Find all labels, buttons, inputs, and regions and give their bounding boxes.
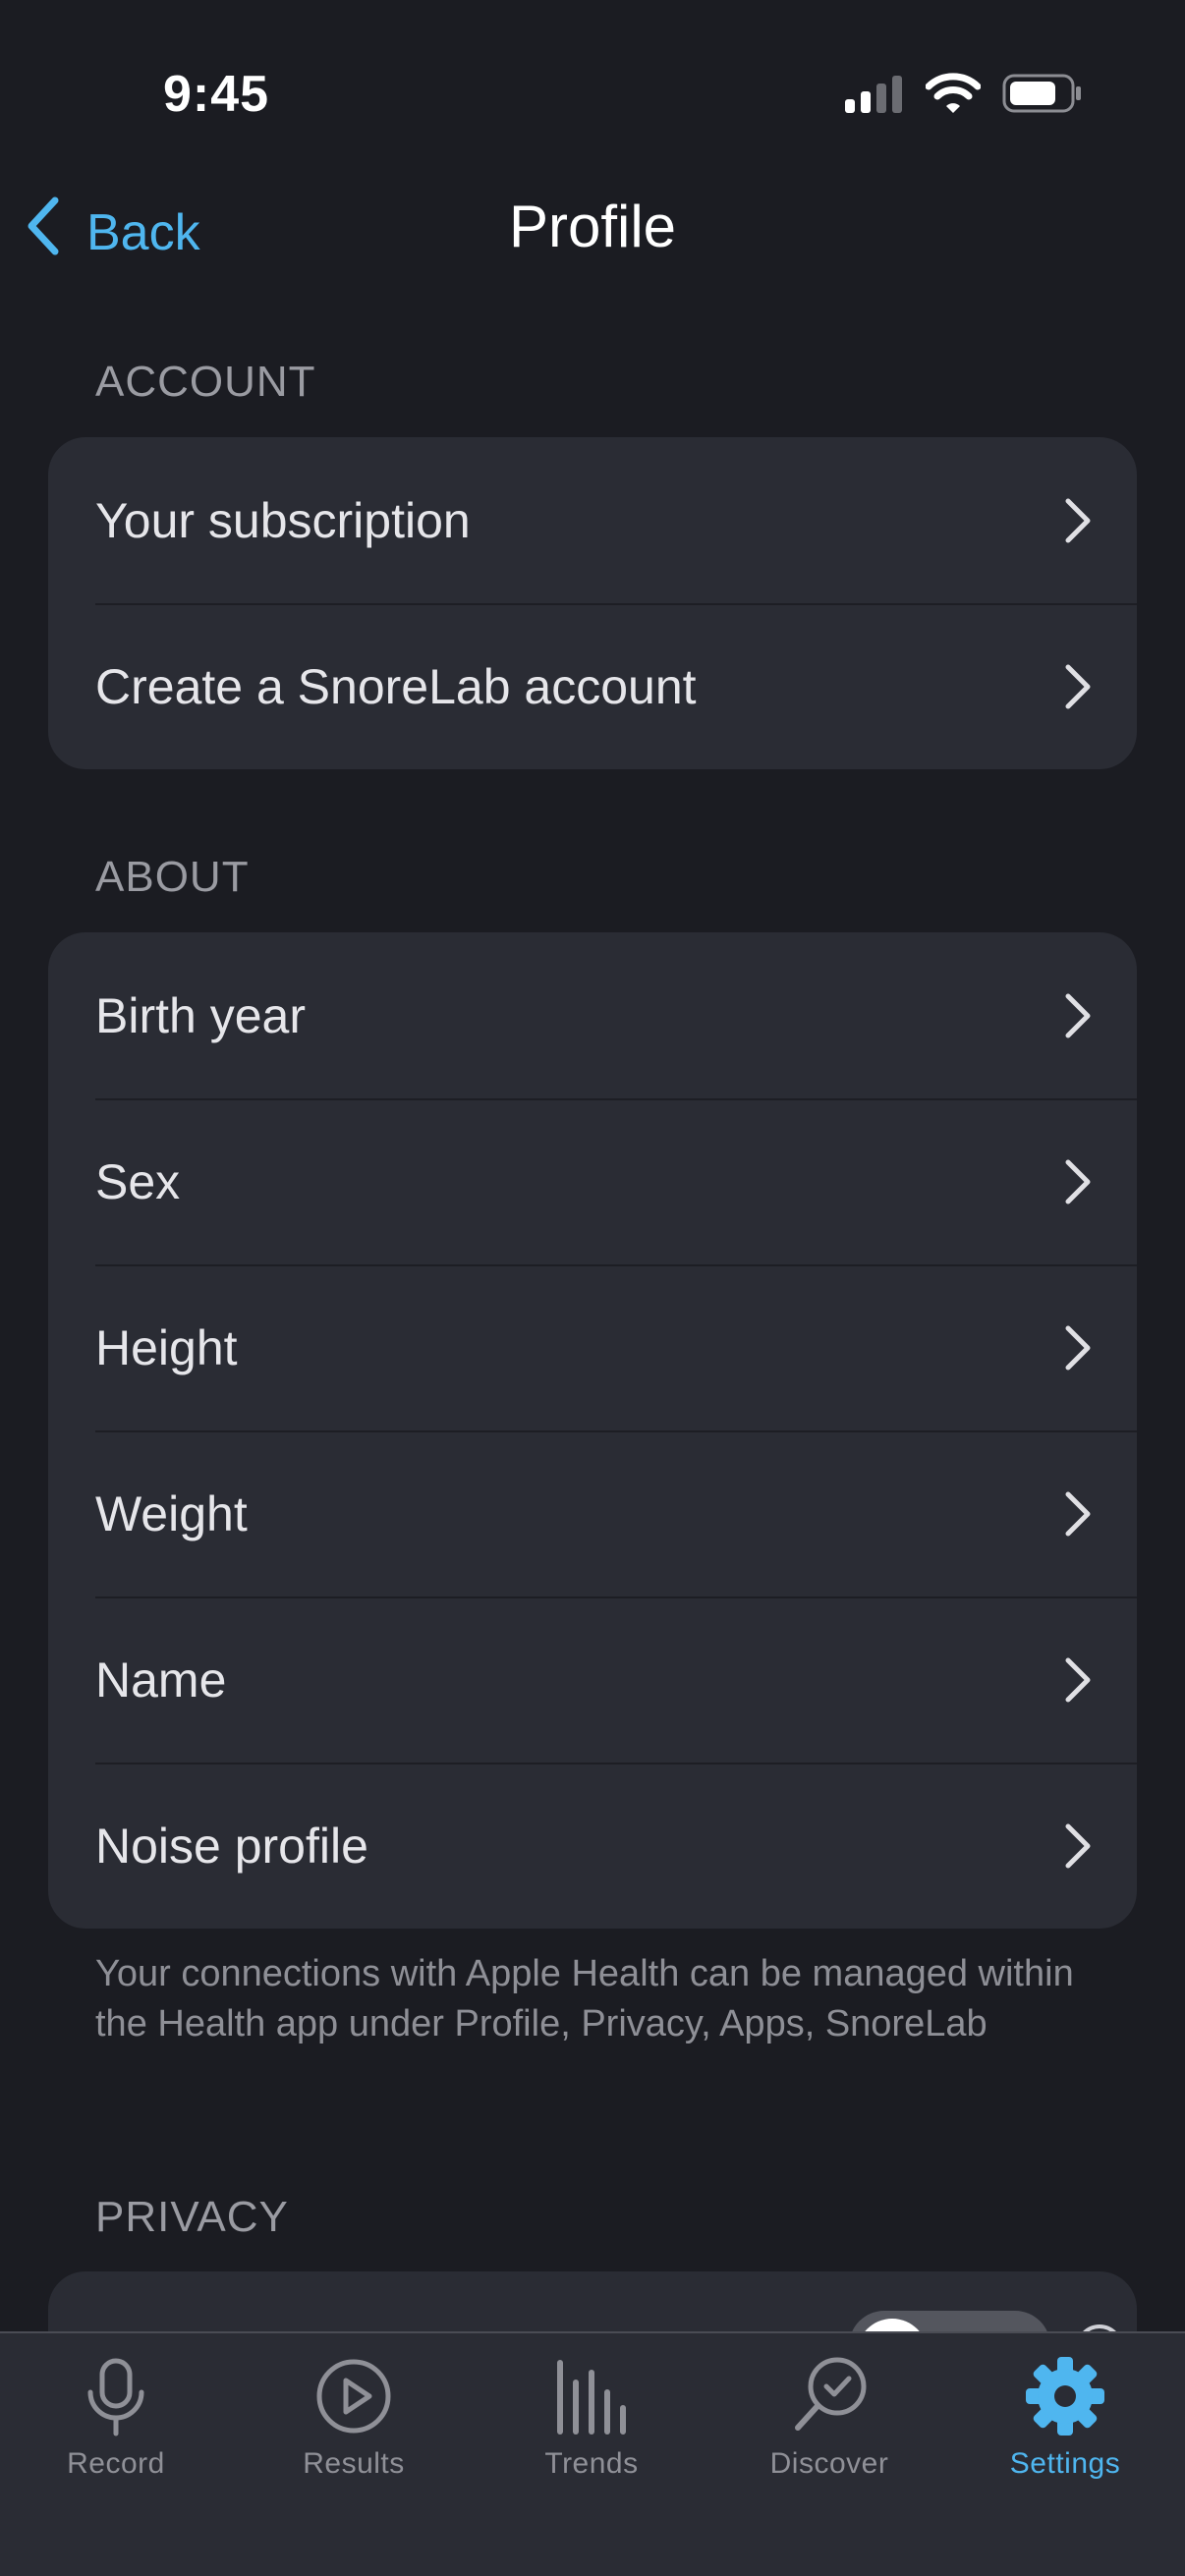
chevron-right-icon xyxy=(1065,993,1091,1037)
tab-bar: Record Results Trends Discover Settings xyxy=(0,2331,1185,2576)
tab-results[interactable]: Results xyxy=(255,2333,452,2500)
chevron-right-icon xyxy=(1065,1491,1091,1536)
tab-label: Record xyxy=(67,2447,165,2480)
row-label: Weight xyxy=(95,1485,248,1541)
tab-label: Settings xyxy=(1009,2447,1121,2480)
chevron-right-icon xyxy=(1065,664,1091,708)
section-header-privacy: PRIVACY xyxy=(95,2193,289,2241)
search-check-icon xyxy=(795,2357,867,2431)
apple-health-footnote: Your connections with Apple Health can b… xyxy=(95,1953,1074,2044)
status-icons xyxy=(843,73,1083,119)
section-header-about: ABOUT xyxy=(95,853,250,901)
row-label: Noise profile xyxy=(95,1818,368,1874)
row-label: Birth year xyxy=(95,987,306,1043)
chevron-right-icon xyxy=(1065,1159,1091,1204)
row-birth-year[interactable]: Birth year xyxy=(48,932,1137,1098)
section-header-account: ACCOUNT xyxy=(95,358,316,406)
row-height[interactable]: Height xyxy=(48,1264,1137,1430)
back-label: Back xyxy=(86,203,200,261)
cellular-signal-icon xyxy=(843,74,904,118)
row-label: Create a SnoreLab account xyxy=(95,658,697,714)
profile-screen: 9:45 Back Profile ACCOUNT Your subscript… xyxy=(0,0,1185,2576)
bar-chart-icon xyxy=(557,2360,626,2435)
play-circle-icon xyxy=(316,2359,391,2434)
chevron-left-icon xyxy=(26,196,61,268)
battery-icon xyxy=(1002,74,1083,118)
row-label: Sex xyxy=(95,1153,181,1209)
wifi-icon xyxy=(925,73,982,119)
row-create-account[interactable]: Create a SnoreLab account xyxy=(48,603,1137,769)
account-group: Your subscription Create a SnoreLab acco… xyxy=(48,437,1137,769)
tab-discover[interactable]: Discover xyxy=(731,2333,928,2500)
tab-trends[interactable]: Trends xyxy=(493,2333,690,2500)
tab-label: Discover xyxy=(769,2447,889,2480)
chevron-right-icon xyxy=(1065,1325,1091,1370)
microphone-icon xyxy=(87,2358,144,2436)
row-your-subscription[interactable]: Your subscription xyxy=(48,437,1137,603)
back-button[interactable]: Back xyxy=(26,196,200,268)
gear-icon xyxy=(1026,2357,1104,2436)
about-group: Birth year Sex Height Weight Name Noise … xyxy=(48,932,1137,1929)
row-label: Height xyxy=(95,1319,238,1375)
row-label: Your subscription xyxy=(95,492,471,548)
row-label: Name xyxy=(95,1652,227,1708)
tab-record[interactable]: Record xyxy=(18,2333,214,2500)
chevron-right-icon xyxy=(1065,1657,1091,1702)
status-time: 9:45 xyxy=(163,66,270,123)
row-weight[interactable]: Weight xyxy=(48,1430,1137,1596)
chevron-right-icon xyxy=(1065,1823,1091,1868)
tab-label: Results xyxy=(303,2447,405,2480)
row-sex[interactable]: Sex xyxy=(48,1098,1137,1264)
row-name[interactable]: Name xyxy=(48,1596,1137,1763)
row-noise-profile[interactable]: Noise profile xyxy=(48,1763,1137,1929)
tab-label: Trends xyxy=(544,2447,639,2480)
chevron-right-icon xyxy=(1065,498,1091,542)
tab-settings[interactable]: Settings xyxy=(967,2333,1163,2500)
